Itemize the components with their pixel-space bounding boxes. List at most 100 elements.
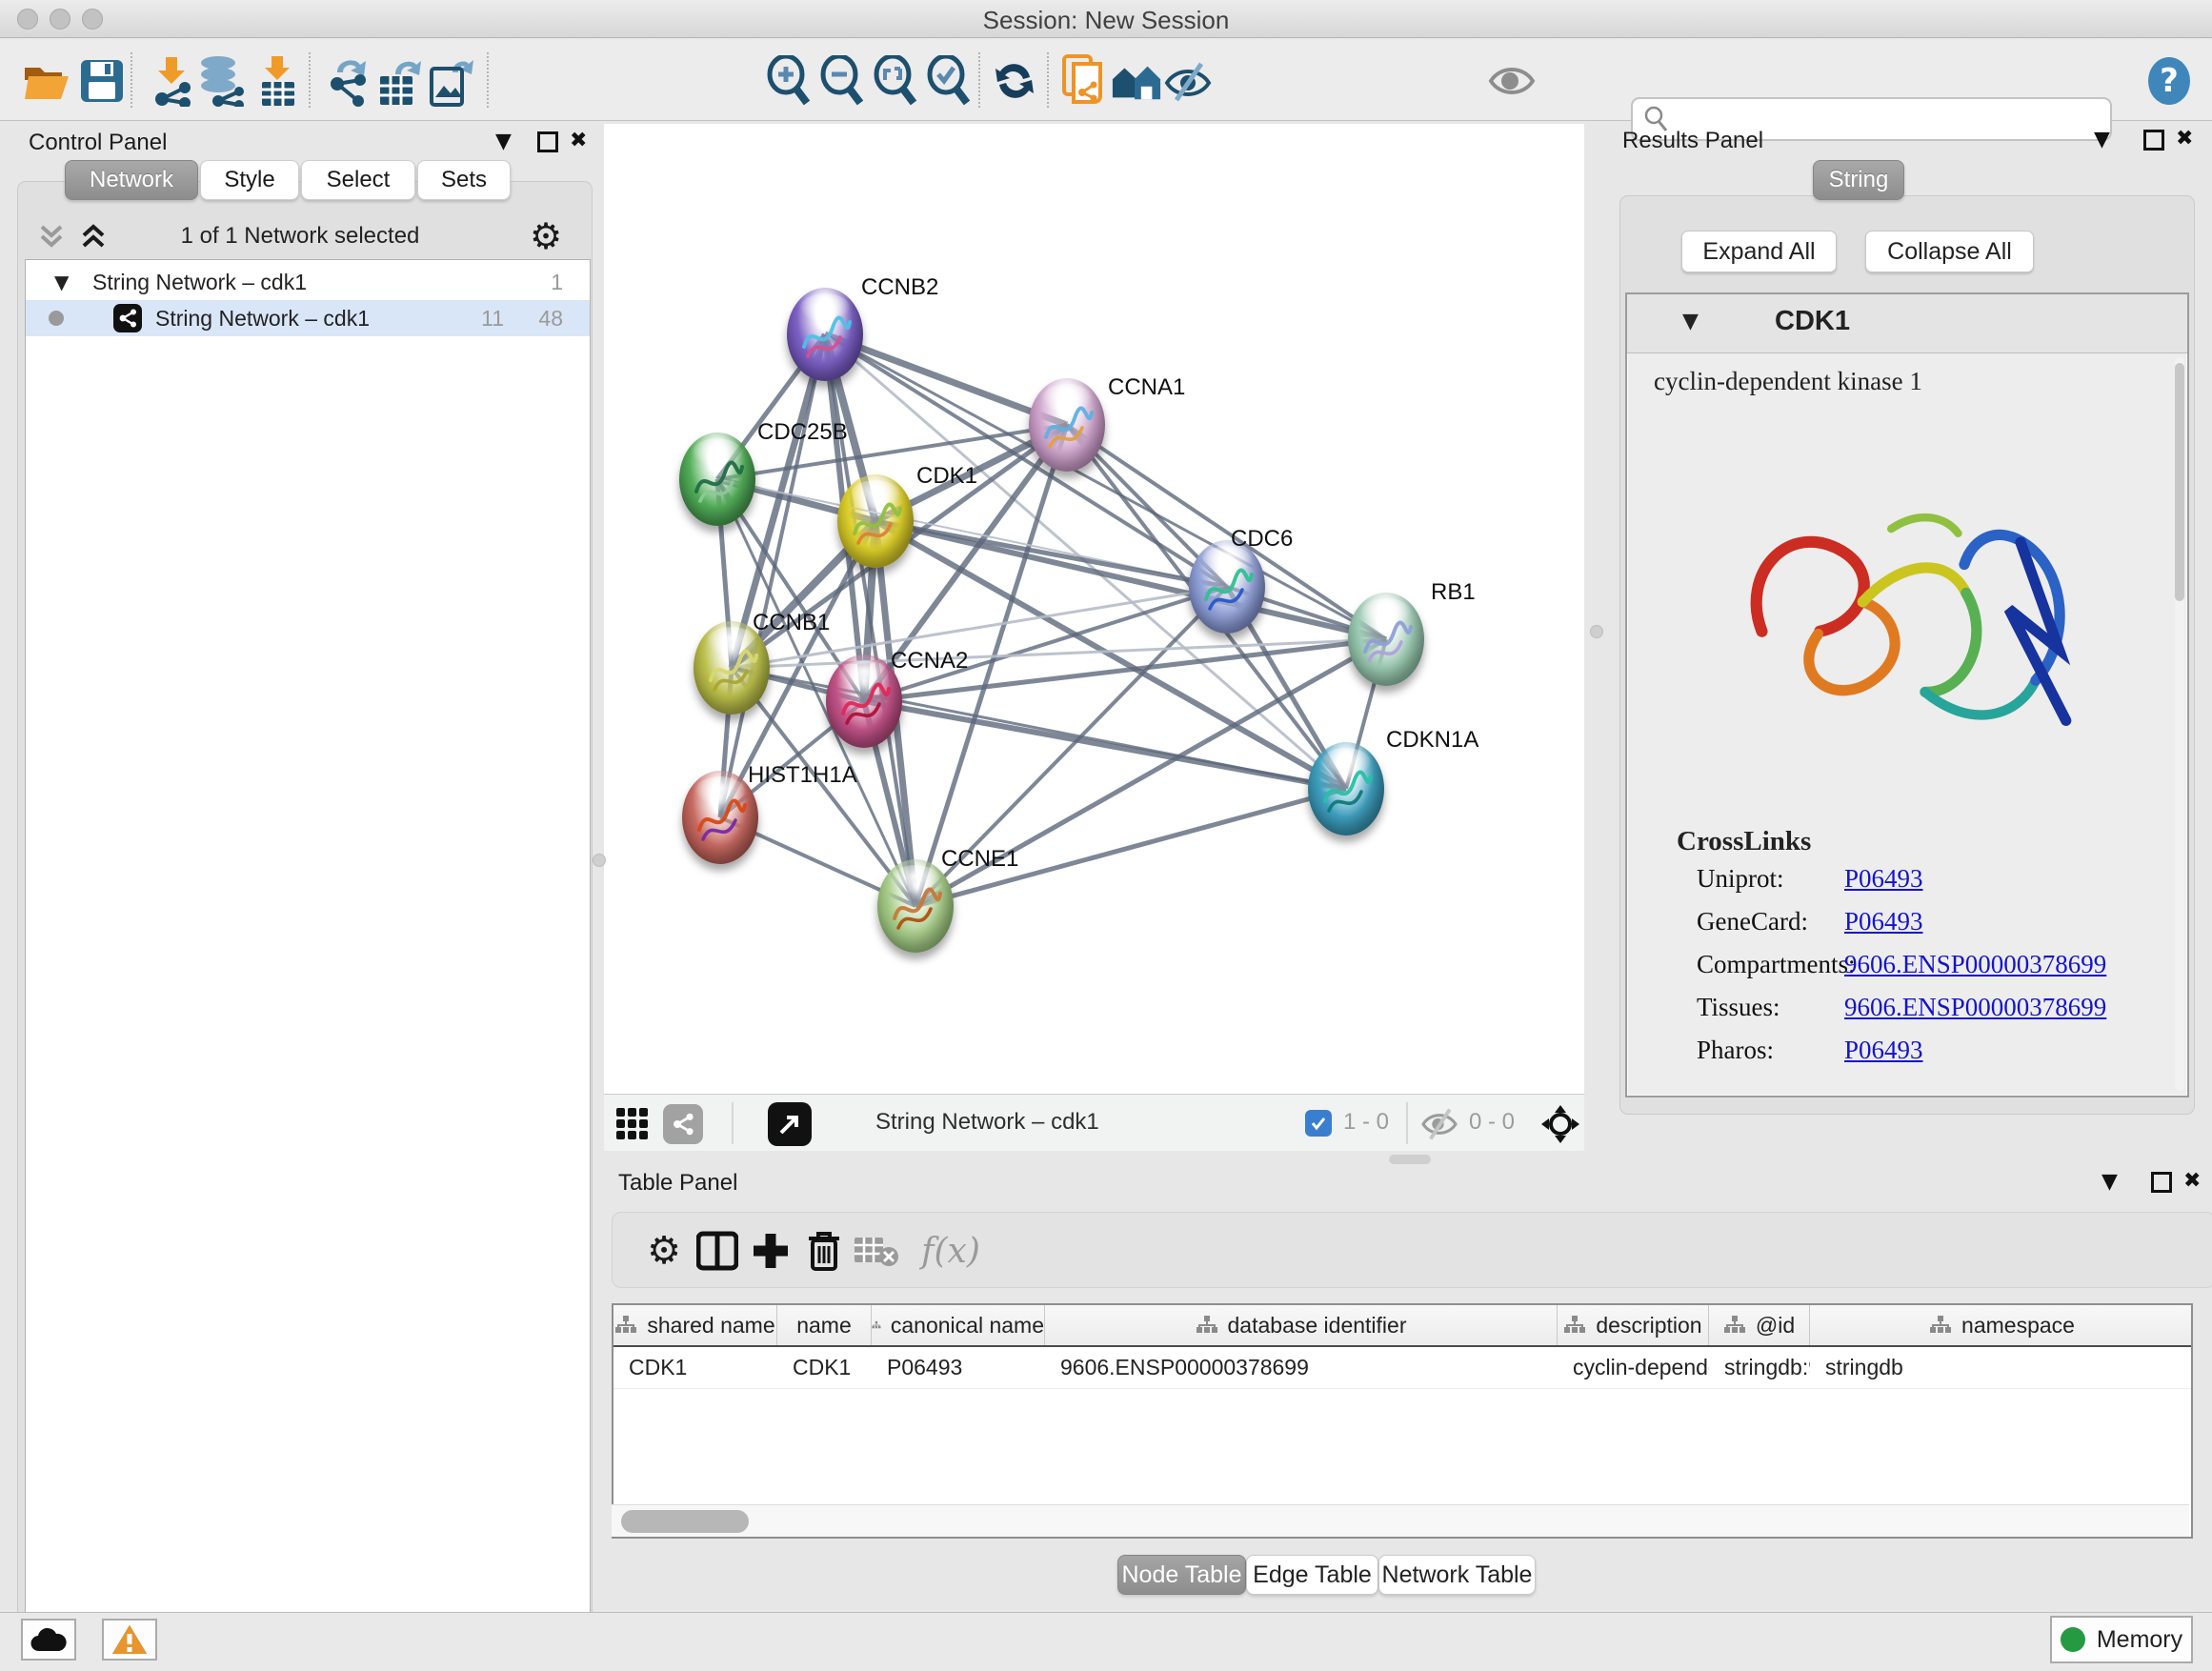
crosslink-row: Uniprot: P06493 (1627, 864, 2187, 902)
control-panel-float-icon[interactable] (537, 131, 558, 152)
network-node-rb1[interactable] (1348, 593, 1424, 686)
export-network-button[interactable] (322, 55, 373, 107)
crosslink-link[interactable]: P06493 (1844, 1036, 1923, 1065)
collapse-all-button[interactable]: Collapse All (1865, 231, 2034, 272)
delete-column-trash-icon[interactable] (799, 1226, 849, 1276)
show-all-button[interactable] (1486, 55, 1538, 107)
selected-checkbox-icon[interactable] (1305, 1110, 1332, 1137)
table-cell[interactable]: CDK1 (613, 1347, 777, 1388)
tab-sets[interactable]: Sets (417, 160, 511, 200)
table-panel-float-icon[interactable] (2151, 1172, 2172, 1193)
zoom-in-button[interactable] (763, 55, 814, 107)
network-node-cdk1[interactable] (837, 474, 914, 568)
table-cell[interactable]: 9606.ENSP00000378699 (1045, 1347, 1558, 1388)
network-node-cdc25b[interactable] (679, 433, 755, 526)
column-header[interactable]: name (777, 1305, 872, 1345)
first-neighbors-button[interactable] (1111, 55, 1162, 107)
horizontal-splitter-handle[interactable] (1389, 1155, 1431, 1164)
crosslink-label: Uniprot: (1697, 864, 1784, 894)
warnings-button[interactable] (102, 1619, 157, 1661)
crosslink-link[interactable]: P06493 (1844, 864, 1923, 894)
crosslink-link[interactable]: 9606.ENSP00000378699 (1844, 993, 2106, 1022)
results-panel-close-icon[interactable]: ✖ (2176, 127, 2193, 151)
column-header[interactable]: description (1558, 1305, 1709, 1345)
entry-collapse-icon[interactable]: ▼ (1682, 310, 1699, 333)
table-cell[interactable]: P06493 (872, 1347, 1045, 1388)
table-horizontal-scrollbar[interactable] (612, 1504, 2189, 1537)
table-scrollbar-thumb[interactable] (621, 1510, 749, 1533)
zoom-out-button[interactable] (816, 55, 868, 107)
column-header[interactable]: canonical name (872, 1305, 1045, 1345)
network-collection-row[interactable]: ▼ String Network – cdk1 1 (26, 264, 590, 300)
open-session-button[interactable] (21, 55, 72, 107)
column-header[interactable]: database identifier (1045, 1305, 1558, 1345)
network-node-ccna1[interactable] (1029, 378, 1105, 472)
help-button[interactable]: ? (2143, 55, 2195, 107)
network-node-ccne1[interactable] (877, 859, 954, 953)
right-splitter-handle[interactable] (1590, 625, 1603, 638)
tab-node-table[interactable]: Node Table (1117, 1555, 1246, 1595)
hide-selected-button[interactable] (1162, 55, 1214, 107)
refresh-view-button[interactable] (989, 55, 1040, 107)
tab-style[interactable]: Style (200, 160, 299, 200)
column-header[interactable]: namespace (1810, 1305, 2193, 1345)
memory-button[interactable]: Memory (2050, 1616, 2193, 1663)
separator (1406, 1102, 1408, 1144)
tab-select[interactable]: Select (301, 160, 415, 200)
tab-edge-table[interactable]: Edge Table (1246, 1555, 1378, 1595)
left-splitter-handle[interactable] (593, 854, 606, 867)
table-cell[interactable]: stringdb:9... (1709, 1347, 1810, 1388)
network-node-hist1h1a[interactable] (682, 771, 758, 864)
show-columns-icon[interactable] (693, 1226, 742, 1276)
table-cell[interactable]: CDK1 (777, 1347, 872, 1388)
network-canvas[interactable]: CCNB2 CCNA1 CDC25B CDK1 CDC6 RB1 CCNB1 (604, 124, 1584, 1094)
network-node-cdc6[interactable] (1189, 540, 1265, 634)
crosslink-link[interactable]: P06493 (1844, 907, 1923, 936)
import-table-from-file-button[interactable] (251, 55, 303, 107)
cloud-status-button[interactable] (21, 1619, 76, 1661)
table-cell[interactable]: stringdb (1810, 1347, 2193, 1388)
column-header[interactable]: @id (1709, 1305, 1810, 1345)
table-settings-gear-icon[interactable]: ⚙ (639, 1226, 689, 1276)
network-share-view-icon[interactable] (663, 1104, 703, 1144)
zoom-selected-button[interactable] (923, 55, 975, 107)
import-network-from-file-button[interactable] (145, 55, 196, 107)
column-header[interactable]: shared name (613, 1305, 777, 1345)
protein-ribbon-thumbnail (1348, 593, 1424, 686)
table-cell[interactable]: cyclin-dependent ... (1558, 1347, 1709, 1388)
node-label-ccne1: CCNE1 (941, 846, 1018, 873)
export-image-button[interactable] (425, 55, 476, 107)
delete-table-icon[interactable] (851, 1226, 900, 1276)
network-node-cdkn1a[interactable] (1308, 742, 1384, 836)
birds-eye-view-icon[interactable] (1539, 1103, 1581, 1145)
network-row[interactable]: String Network – cdk1 11 48 (26, 300, 590, 336)
grid-view-icon[interactable] (615, 1107, 650, 1141)
control-panel-collapse-icon[interactable]: ▼ (495, 130, 512, 153)
network-node-ccnb2[interactable] (787, 288, 863, 381)
import-network-from-database-button[interactable] (196, 55, 248, 107)
function-builder-icon[interactable]: f(x) (908, 1226, 994, 1276)
tab-network[interactable]: Network (65, 160, 198, 200)
results-scrollbar-thumb[interactable] (2175, 363, 2184, 601)
results-panel-collapse-icon[interactable]: ▼ (2094, 128, 2110, 151)
network-options-gear-icon[interactable]: ⚙ (530, 215, 562, 257)
clone-network-button[interactable] (1057, 55, 1109, 107)
control-panel-close-icon[interactable]: ✖ (570, 129, 587, 152)
expand-all-button[interactable]: Expand All (1681, 231, 1837, 272)
tab-network-table[interactable]: Network Table (1378, 1555, 1536, 1595)
results-panel-float-icon[interactable] (2143, 130, 2164, 151)
crosslink-link[interactable]: 9606.ENSP00000378699 (1844, 950, 2106, 979)
node-table[interactable]: shared namename canonical name database … (612, 1303, 2193, 1539)
table-panel-close-icon[interactable]: ✖ (2183, 1169, 2201, 1193)
table-row[interactable]: CDK1CDK1P064939606.ENSP00000378699cyclin… (613, 1347, 2191, 1389)
add-column-icon[interactable] (746, 1226, 795, 1276)
zoom-fit-button[interactable] (870, 55, 921, 107)
save-session-button[interactable] (76, 55, 128, 107)
detach-view-icon[interactable] (768, 1102, 812, 1146)
export-table-button[interactable] (373, 55, 425, 107)
table-panel-collapse-icon[interactable]: ▼ (2101, 1170, 2118, 1194)
results-scrollbar[interactable] (2175, 357, 2184, 1091)
node-entry-header[interactable]: ▼ CDK1 (1627, 294, 2187, 353)
tab-string[interactable]: String (1813, 160, 1904, 200)
tree-expand-icon[interactable]: ▼ (54, 271, 69, 293)
